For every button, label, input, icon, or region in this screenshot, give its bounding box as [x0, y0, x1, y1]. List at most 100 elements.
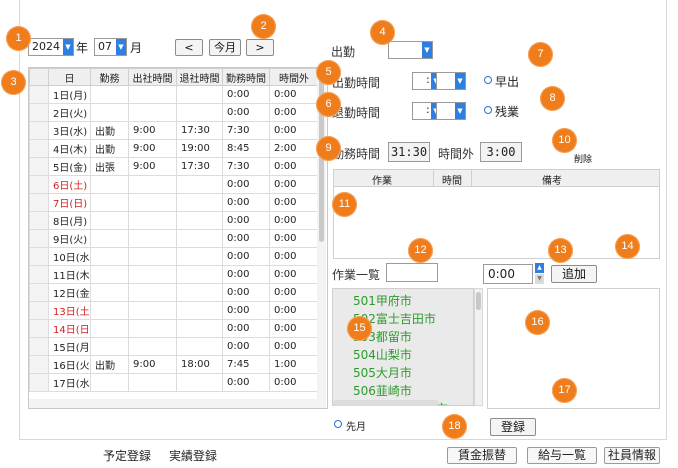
table-row[interactable]: 11日(木) 0:00 0:00: [29, 265, 319, 284]
cell-day: 16日(火): [48, 355, 91, 374]
task-list-box[interactable]: 501甲府市502富士吉田市503都留市504山梨市505大月市506韮崎市50…: [332, 288, 474, 406]
table-row[interactable]: 1日(月) 0:00 0:00: [29, 85, 319, 104]
year-select[interactable]: 2024 ▼: [28, 38, 74, 56]
cell-end: [176, 283, 223, 302]
cell-hours: 0:00: [222, 319, 270, 338]
task-table[interactable]: 作業 時間 備考: [333, 169, 660, 259]
callout-badge-1: 1: [6, 26, 31, 51]
cell-work: 出勤: [90, 121, 129, 140]
callout-badge-8: 8: [540, 86, 565, 111]
list-item[interactable]: 501甲府市: [353, 292, 412, 309]
cell-day: 2日(火): [48, 103, 91, 122]
employee-info-button[interactable]: 社員情報: [604, 447, 660, 464]
end-minute-select[interactable]: ▼: [436, 102, 466, 120]
column-header-hours: 勤務時間: [222, 68, 270, 86]
table-row[interactable]: 9日(火) 0:00 0:00: [29, 229, 319, 248]
list-item[interactable]: 504山梨市: [353, 346, 412, 363]
cell-overtime: 0:00: [269, 373, 319, 392]
cell-overtime: 0:00: [269, 103, 319, 122]
row-header: [29, 301, 49, 320]
add-task-button[interactable]: 追加: [551, 265, 597, 283]
cell-hours: 0:00: [222, 283, 270, 302]
plan-register-link[interactable]: 予定登録: [103, 447, 151, 464]
cell-start: [128, 229, 177, 248]
row-header: [29, 175, 49, 194]
cell-day: 4日(木): [48, 139, 91, 158]
month-suffix: 月: [130, 41, 143, 55]
cell-overtime: 0:00: [269, 211, 319, 230]
cell-end: 19:00: [176, 139, 223, 158]
cell-start: [128, 373, 177, 392]
spinner-down-icon[interactable]: ▼: [535, 274, 544, 284]
spinner-up-icon[interactable]: ▲: [535, 263, 544, 273]
attendance-table-container: 日 勤務 出社時間 退社時間 勤務時間 時間外 1日(月) 0:00 0:00 2日(…: [28, 67, 328, 409]
cell-overtime: 1:00: [269, 355, 319, 374]
table-row[interactable]: 4日(木) 出勤 9:00 19:00 8:45 2:00: [29, 139, 319, 158]
table-row[interactable]: 12日(金) 0:00 0:00: [29, 283, 319, 302]
callout-badge-17: 17: [552, 378, 577, 403]
cell-day: 15日(月): [48, 337, 91, 356]
table-row[interactable]: 5日(金) 出張 9:00 17:30 7:30 0:00: [29, 157, 319, 176]
table-row[interactable]: 15日(月) 0:00 0:00: [29, 337, 319, 356]
cell-overtime: 0:00: [269, 85, 319, 104]
chevron-down-icon: ▼: [455, 73, 465, 89]
row-header-corner: [29, 68, 49, 86]
task-search-input[interactable]: [386, 263, 438, 282]
cell-end: [176, 265, 223, 284]
cell-end: [176, 193, 223, 212]
table-row[interactable]: 14日(日) 0:00 0:00: [29, 319, 319, 338]
next-month-button[interactable]: >: [246, 39, 274, 56]
cell-work: [90, 265, 129, 284]
attendance-type-select[interactable]: ▼: [388, 41, 433, 59]
callout-badge-5: 5: [316, 60, 341, 85]
prev-month-label: 先月: [346, 422, 366, 433]
scrollbar-thumb[interactable]: [476, 292, 481, 310]
list-item[interactable]: 506韮崎市: [353, 382, 412, 399]
table-row[interactable]: 3日(水) 出勤 9:00 17:30 7:30 0:00: [29, 121, 319, 140]
table-row[interactable]: 8日(月) 0:00 0:00: [29, 211, 319, 230]
callout-badge-7: 7: [528, 42, 553, 67]
cell-work: [90, 319, 129, 338]
cell-start: 9:00: [128, 139, 177, 158]
cell-work: [90, 85, 129, 104]
table-row[interactable]: 17日(水) 0:00 0:00: [29, 373, 319, 392]
early-radio[interactable]: [484, 76, 492, 84]
prev-month-radio[interactable]: [334, 420, 342, 428]
task-time-spinner[interactable]: ▲ ▼: [535, 263, 544, 284]
row-header: [29, 193, 49, 212]
task-time-value: 0:00: [488, 267, 515, 281]
table-row[interactable]: 6日(土) 0:00 0:00: [29, 175, 319, 194]
table-row[interactable]: 2日(火) 0:00 0:00: [29, 103, 319, 122]
table-row[interactable]: 13日(土) 0:00 0:00: [29, 301, 319, 320]
register-button[interactable]: 登録: [490, 418, 536, 436]
attendance-scrollbar[interactable]: [317, 68, 326, 408]
cell-day: 6日(土): [48, 175, 91, 194]
task-list-scrollbar[interactable]: [474, 288, 483, 406]
overtime-total-label: 時間外: [438, 147, 475, 161]
list-item[interactable]: 505大月市: [353, 364, 412, 381]
cell-overtime: 0:00: [269, 337, 319, 356]
task-time-input[interactable]: 0:00: [483, 264, 533, 284]
start-minute-select[interactable]: ▼: [436, 72, 466, 90]
row-header: [29, 229, 49, 248]
table-row[interactable]: 10日(水) 0:00 0:00: [29, 247, 319, 266]
table-row[interactable]: 7日(日) 0:00 0:00: [29, 193, 319, 212]
cell-day: 14日(日): [48, 319, 91, 338]
attendance-hscrollbar[interactable]: [29, 399, 317, 408]
early-label: 早出: [495, 75, 520, 89]
pay-list-button[interactable]: 給与一覧: [527, 447, 597, 464]
wage-transfer-button[interactable]: 賃金振替: [447, 447, 517, 464]
cell-work: [90, 301, 129, 320]
current-month-button[interactable]: 今月: [209, 39, 241, 56]
cell-overtime: 0:00: [269, 265, 319, 284]
prev-month-button[interactable]: <: [175, 39, 203, 56]
cell-day: 17日(水): [48, 373, 91, 392]
month-select[interactable]: 07 ▼: [94, 38, 127, 56]
delete-button[interactable]: 削除: [572, 155, 594, 168]
actual-register-link[interactable]: 実績登録: [169, 447, 217, 464]
cell-hours: 0:00: [222, 103, 270, 122]
task-list-hscrollbar[interactable]: [333, 400, 439, 406]
row-header: [29, 85, 49, 104]
overtime-radio[interactable]: [484, 106, 492, 114]
table-row[interactable]: 16日(火) 出勤 9:00 18:00 7:45 1:00: [29, 355, 319, 374]
